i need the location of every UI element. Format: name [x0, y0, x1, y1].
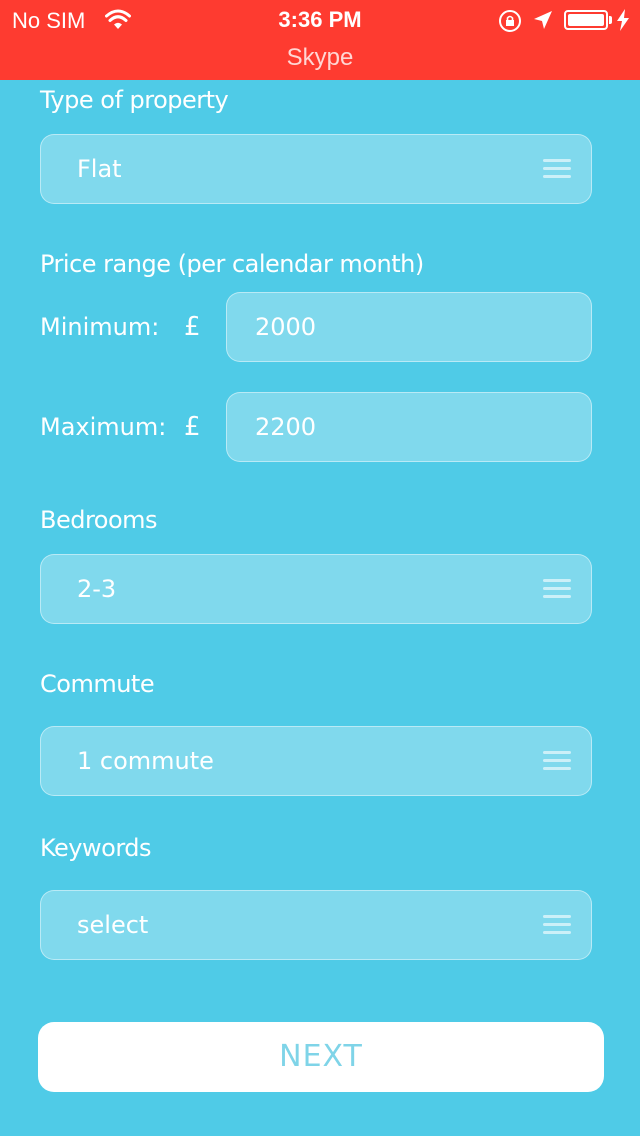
bedrooms-label: Bedrooms: [40, 506, 158, 534]
charging-bolt-icon: [617, 9, 629, 31]
commute-label: Commute: [40, 670, 155, 698]
battery-icon: [564, 10, 608, 30]
currency-symbol: £: [184, 412, 201, 442]
location-arrow-icon: [534, 11, 552, 29]
status-bar: No SIM 3:36 PM Skype: [0, 0, 640, 80]
commute-select[interactable]: 1 commute: [40, 726, 592, 796]
menu-icon: [543, 159, 571, 179]
keywords-value: select: [77, 911, 149, 939]
currency-symbol: £: [184, 312, 201, 342]
property-type-value: Flat: [77, 155, 122, 183]
maximum-price-input[interactable]: 2200: [226, 392, 592, 462]
battery-tip: [609, 16, 612, 24]
keywords-select[interactable]: select: [40, 890, 592, 960]
maximum-label: Maximum:: [40, 413, 167, 441]
rotation-lock-icon: [499, 10, 521, 32]
next-button[interactable]: NEXT: [38, 1022, 604, 1092]
minimum-label: Minimum:: [40, 313, 160, 341]
price-range-label: Price range (per calendar month): [40, 250, 424, 278]
return-to-app-label[interactable]: Skype: [0, 44, 640, 72]
property-type-select[interactable]: Flat: [40, 134, 592, 204]
menu-icon: [543, 915, 571, 935]
minimum-price-input[interactable]: 2000: [226, 292, 592, 362]
property-type-label: Type of property: [40, 86, 229, 114]
menu-icon: [543, 751, 571, 771]
commute-value: 1 commute: [77, 747, 214, 775]
minimum-price-value: 2000: [255, 313, 317, 341]
bedrooms-value: 2-3: [77, 575, 117, 603]
bedrooms-select[interactable]: 2-3: [40, 554, 592, 624]
menu-icon: [543, 579, 571, 599]
keywords-label: Keywords: [40, 834, 152, 862]
maximum-price-value: 2200: [255, 413, 317, 441]
